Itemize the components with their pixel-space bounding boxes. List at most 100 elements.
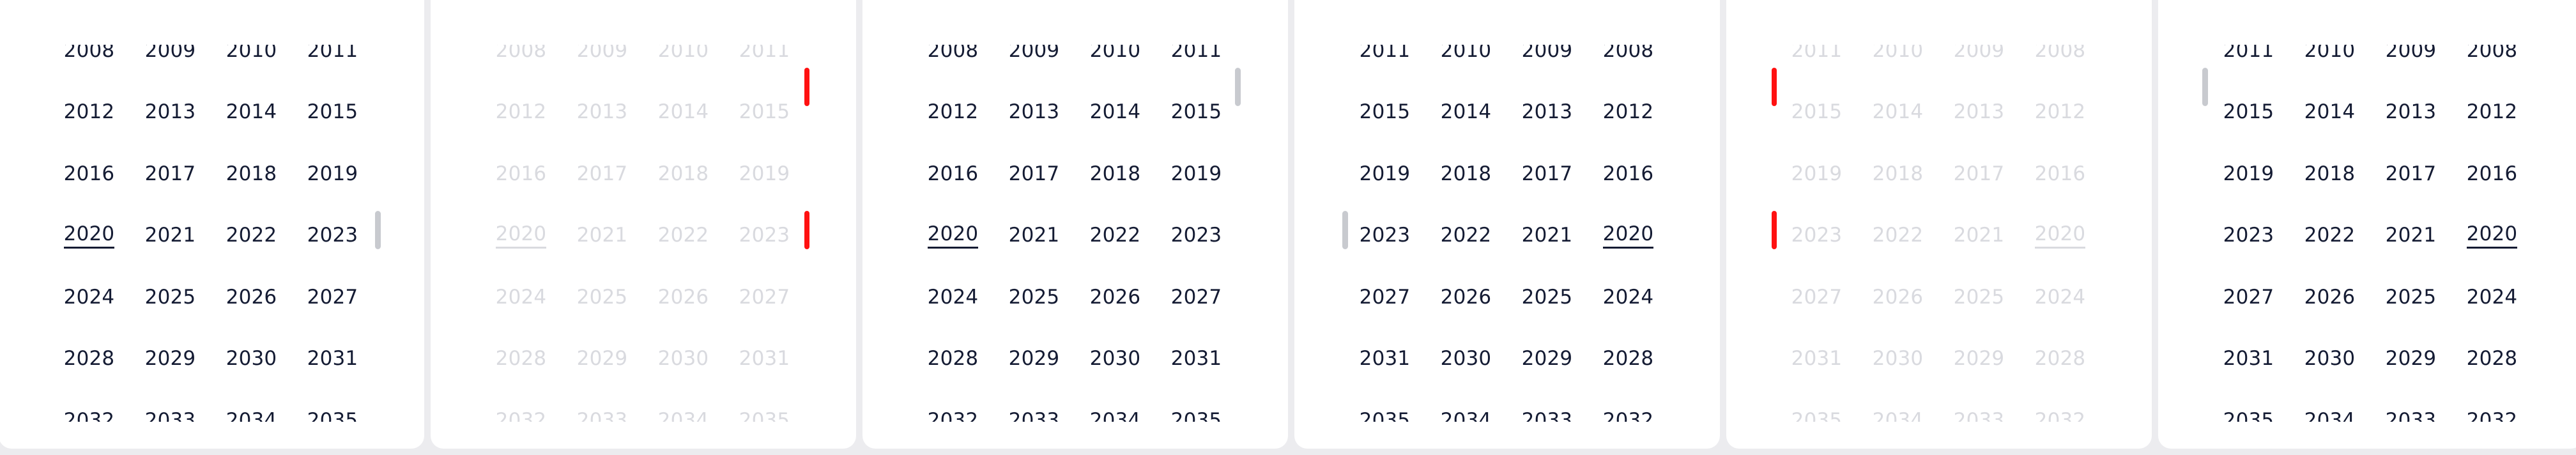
scrollbar-thumb[interactable] [2202, 68, 2208, 106]
year-cell[interactable]: 2010 [1075, 45, 1156, 82]
year-cell[interactable]: 2028 [2451, 329, 2533, 390]
year-cell[interactable]: 2026 [2289, 267, 2370, 328]
year-cell[interactable]: 2010 [211, 45, 292, 82]
year-cell[interactable]: 2019 [1156, 144, 1237, 205]
year-cell[interactable]: 2021 [1506, 206, 1588, 267]
year-cell[interactable]: 2024 [1588, 267, 1669, 328]
year-cell[interactable]: 2025 [2370, 267, 2451, 328]
year-cell[interactable]: 2035 [1344, 390, 1425, 422]
year-cell[interactable]: 2016 [1588, 144, 1669, 205]
year-cell[interactable]: 2034 [211, 390, 292, 422]
year-cell[interactable]: 2012 [2451, 82, 2533, 144]
year-cell[interactable]: 2034 [1425, 390, 1506, 422]
year-cell[interactable]: 2033 [2370, 390, 2451, 422]
year-cell[interactable]: 2024 [49, 267, 130, 328]
year-cell[interactable]: 2015 [292, 82, 373, 144]
year-cell[interactable]: 2033 [1506, 390, 1588, 422]
year-cell[interactable]: 2015 [1156, 82, 1237, 144]
year-cell[interactable]: 2019 [1344, 144, 1425, 205]
scrollbar-thumb[interactable] [1342, 211, 1348, 249]
year-cell[interactable]: 2010 [2289, 45, 2370, 82]
year-cell[interactable]: 2022 [1425, 206, 1506, 267]
year-cell[interactable]: 2032 [912, 390, 993, 422]
year-cell[interactable]: 2031 [292, 329, 373, 390]
year-cell[interactable]: 2032 [49, 390, 130, 422]
year-cell[interactable]: 2021 [2370, 206, 2451, 267]
year-cell[interactable]: 2009 [2370, 45, 2451, 82]
year-cell[interactable]: 2022 [2289, 206, 2370, 267]
year-cell[interactable]: 2013 [130, 82, 211, 144]
year-cell[interactable]: 2017 [130, 144, 211, 205]
year-cell[interactable]: 2033 [130, 390, 211, 422]
year-cell[interactable]: 2016 [49, 144, 130, 205]
year-cell[interactable]: 2014 [211, 82, 292, 144]
year-cell[interactable]: 2009 [993, 45, 1075, 82]
year-cell[interactable]: 2025 [130, 267, 211, 328]
year-cell[interactable]: 2026 [211, 267, 292, 328]
year-cell[interactable]: 2030 [2289, 329, 2370, 390]
year-cell[interactable]: 2009 [1506, 45, 1588, 82]
year-cell[interactable]: 2015 [1344, 82, 1425, 144]
scrollbar-thumb-focused[interactable] [804, 211, 809, 249]
year-cell[interactable]: 2022 [211, 206, 292, 267]
year-cell[interactable]: 2014 [1075, 82, 1156, 144]
year-cell[interactable]: 2021 [130, 206, 211, 267]
year-cell[interactable]: 2027 [1156, 267, 1237, 328]
year-cell[interactable]: 2016 [912, 144, 993, 205]
year-cell[interactable]: 2009 [130, 45, 211, 82]
year-cell[interactable]: 2017 [2370, 144, 2451, 205]
year-cell[interactable]: 2025 [1506, 267, 1588, 328]
year-cell[interactable]: 2019 [292, 144, 373, 205]
scrollbar-thumb-focused[interactable] [1772, 68, 1777, 106]
year-cell[interactable]: 2011 [2208, 45, 2289, 82]
current-year-cell[interactable]: 2020 [912, 206, 993, 267]
year-cell[interactable]: 2013 [2370, 82, 2451, 144]
current-year-cell[interactable]: 2020 [2451, 206, 2533, 267]
year-cell[interactable]: 2022 [1075, 206, 1156, 267]
year-cell[interactable]: 2023 [1344, 206, 1425, 267]
year-cell[interactable]: 2011 [1156, 45, 1237, 82]
scrollbar-thumb-focused[interactable] [804, 68, 809, 106]
year-cell[interactable]: 2030 [1425, 329, 1506, 390]
scrollbar-thumb[interactable] [1235, 68, 1241, 106]
current-year-cell[interactable]: 2020 [49, 206, 130, 267]
year-cell[interactable]: 2024 [912, 267, 993, 328]
year-cell[interactable]: 2016 [2451, 144, 2533, 205]
year-cell[interactable]: 2027 [2208, 267, 2289, 328]
year-cell[interactable]: 2034 [1075, 390, 1156, 422]
year-cell[interactable]: 2031 [2208, 329, 2289, 390]
year-cell[interactable]: 2029 [993, 329, 1075, 390]
year-cell[interactable]: 2024 [2451, 267, 2533, 328]
year-cell[interactable]: 2023 [292, 206, 373, 267]
year-cell[interactable]: 2033 [993, 390, 1075, 422]
year-cell[interactable]: 2035 [2208, 390, 2289, 422]
year-cell[interactable]: 2010 [1425, 45, 1506, 82]
year-cell[interactable]: 2026 [1075, 267, 1156, 328]
year-cell[interactable]: 2028 [1588, 329, 1669, 390]
year-cell[interactable]: 2013 [1506, 82, 1588, 144]
year-cell[interactable]: 2014 [1425, 82, 1506, 144]
year-cell[interactable]: 2029 [2370, 329, 2451, 390]
scrollbar-thumb-focused[interactable] [1772, 211, 1777, 249]
year-cell[interactable]: 2012 [1588, 82, 1669, 144]
year-cell[interactable]: 2014 [2289, 82, 2370, 144]
year-cell[interactable]: 2026 [1425, 267, 1506, 328]
year-cell[interactable]: 2017 [993, 144, 1075, 205]
year-cell[interactable]: 2027 [292, 267, 373, 328]
year-cell[interactable]: 2025 [993, 267, 1075, 328]
year-cell[interactable]: 2008 [912, 45, 993, 82]
year-cell[interactable]: 2015 [2208, 82, 2289, 144]
year-cell[interactable]: 2027 [1344, 267, 1425, 328]
scrollbar-thumb[interactable] [375, 211, 381, 249]
year-cell[interactable]: 2035 [292, 390, 373, 422]
year-cell[interactable]: 2018 [1425, 144, 1506, 205]
year-cell[interactable]: 2029 [130, 329, 211, 390]
year-cell[interactable]: 2023 [2208, 206, 2289, 267]
current-year-cell[interactable]: 2020 [1588, 206, 1669, 267]
year-cell[interactable]: 2035 [1156, 390, 1237, 422]
year-cell[interactable]: 2018 [1075, 144, 1156, 205]
year-cell[interactable]: 2012 [912, 82, 993, 144]
year-cell[interactable]: 2030 [1075, 329, 1156, 390]
year-cell[interactable]: 2034 [2289, 390, 2370, 422]
year-cell[interactable]: 2013 [993, 82, 1075, 144]
